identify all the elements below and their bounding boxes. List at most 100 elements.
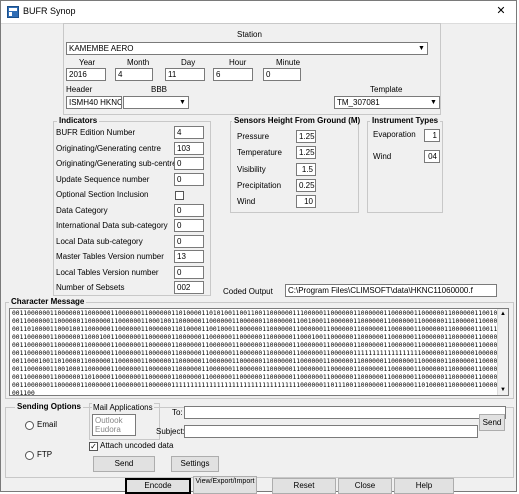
- hour-label: Hour: [229, 58, 247, 67]
- station-label: Station: [237, 30, 262, 39]
- chevron-down-icon: ▼: [430, 99, 437, 106]
- indicator-label: Optional Section Inclusion: [56, 190, 149, 199]
- wind-type-field[interactable]: 04: [424, 150, 440, 163]
- mail-applications-list[interactable]: Outlook Eudora: [92, 414, 136, 436]
- minute-field[interactable]: 0: [263, 68, 301, 81]
- indicator-label: Master Tables Version number: [56, 252, 164, 261]
- day-field[interactable]: 11: [165, 68, 205, 81]
- station-value: KAMEMBE AERO: [69, 44, 134, 53]
- character-message-text: 0011000000110000001100000011000000110000…: [12, 310, 498, 396]
- template-value: TM_307081: [337, 98, 380, 107]
- close-window-button[interactable]: ✕: [486, 1, 516, 22]
- year-field[interactable]: 2016: [66, 68, 106, 81]
- sending-options-title: Sending Options: [15, 402, 83, 411]
- sensor-label: Precipitation: [237, 180, 282, 190]
- to-label: To:: [172, 408, 183, 417]
- scroll-down-icon[interactable]: ▼: [498, 385, 508, 395]
- help-button[interactable]: Help: [394, 478, 454, 494]
- ftp-radio[interactable]: [25, 451, 34, 460]
- sensor-field[interactable]: 0.25: [296, 178, 316, 192]
- indicators-title: Indicators: [57, 116, 100, 125]
- attach-uncoded-checkbox[interactable]: ✓: [89, 442, 98, 451]
- indicator-label: Originating/Generating centre: [56, 143, 161, 153]
- ftp-label: FTP: [37, 450, 53, 459]
- reset-button[interactable]: Reset: [272, 478, 336, 494]
- bbb-label: BBB: [151, 85, 168, 94]
- mail-applications-label: Mail Applications: [92, 403, 154, 412]
- character-message-title: Character Message: [9, 297, 87, 306]
- indicator-field[interactable]: 002: [174, 281, 204, 294]
- header-field[interactable]: ISMH40 HKNC: [66, 96, 122, 109]
- character-message-box[interactable]: 0011000000110000001100000011000000110000…: [9, 308, 509, 396]
- indicator-label: Local Tables Version number: [56, 267, 159, 277]
- message-scrollbar[interactable]: ▲ ▼: [497, 309, 508, 395]
- instrument-types-title: Instrument Types: [370, 116, 441, 125]
- indicator-label: Local Data sub-category: [56, 236, 143, 246]
- bufr-synop-window: BUFR Synop ✕ Station KAMEMBE AERO ▼ Year…: [0, 0, 517, 494]
- scroll-up-icon[interactable]: ▲: [498, 309, 508, 319]
- title-bar: BUFR Synop ✕: [1, 1, 516, 24]
- sensor-field[interactable]: 1.25: [296, 130, 316, 143]
- close-icon: ✕: [496, 5, 506, 17]
- template-select[interactable]: TM_307081 ▼: [334, 96, 440, 109]
- indicator-field[interactable]: 4: [174, 126, 204, 139]
- indicator-field[interactable]: 103: [174, 141, 204, 155]
- indicator-field[interactable]: 13: [174, 250, 204, 263]
- station-select[interactable]: KAMEMBE AERO ▼: [66, 42, 428, 55]
- sensor-field[interactable]: 10: [296, 195, 316, 209]
- template-label: Template: [370, 85, 403, 94]
- sensor-field[interactable]: 1.25: [296, 146, 316, 160]
- day-label: Day: [181, 58, 196, 67]
- sensor-label: Pressure: [237, 132, 270, 141]
- chevron-down-icon: ▼: [418, 45, 425, 52]
- encode-button[interactable]: Encode: [125, 478, 191, 494]
- view-export-import-button[interactable]: View/Export/Import: [193, 476, 257, 494]
- coded-output-field[interactable]: C:\Program Files\CLIMSOFT\data\HKNC11060…: [285, 284, 497, 297]
- indicator-field[interactable]: 0: [174, 265, 204, 279]
- indicator-label: Update Sequence number: [56, 174, 150, 184]
- indicator-field[interactable]: 0: [174, 219, 204, 232]
- view-export-import-label: View/Export/Import: [195, 478, 255, 485]
- indicator-label: International Data sub-category: [56, 221, 168, 230]
- indicator-field[interactable]: 0: [174, 203, 204, 217]
- close-button[interactable]: Close: [338, 478, 392, 494]
- mail-app-eudora[interactable]: Eudora: [95, 425, 121, 434]
- month-label: Month: [127, 58, 150, 67]
- indicator-field[interactable]: 0: [174, 157, 204, 170]
- bbb-select[interactable]: ▼: [123, 96, 189, 109]
- sensor-label: Wind: [237, 197, 256, 207]
- app-icon: [7, 6, 19, 18]
- sensor-label: Visibility: [237, 164, 266, 174]
- minute-label: Minute: [276, 58, 301, 67]
- email-radio[interactable]: [25, 421, 34, 430]
- wind-type-label: Wind: [373, 152, 392, 161]
- subject-field[interactable]: [184, 425, 478, 438]
- coded-output-label: Coded Output: [223, 287, 273, 296]
- send-button[interactable]: Send: [93, 456, 155, 472]
- email-send-button[interactable]: Send: [479, 414, 505, 431]
- indicator-field[interactable]: 0: [174, 172, 204, 186]
- evaporation-label: Evaporation: [373, 130, 416, 139]
- sensor-field[interactable]: 1.5: [296, 162, 316, 176]
- year-label: Year: [79, 58, 96, 67]
- indicator-label: Originating/Generating sub-centre: [56, 159, 177, 168]
- email-label: Email: [37, 420, 58, 429]
- header-label: Header: [66, 85, 93, 94]
- mail-app-outlook[interactable]: Outlook: [95, 416, 123, 425]
- window-title: BUFR Synop: [23, 6, 76, 16]
- evaporation-field[interactable]: 1: [424, 129, 440, 142]
- attach-uncoded-label: Attach uncoded data: [100, 441, 174, 450]
- to-field[interactable]: [184, 406, 506, 419]
- indicator-label: Number of Sebsets: [56, 283, 125, 292]
- indicator-field[interactable]: 0: [174, 234, 204, 248]
- month-field[interactable]: 4: [115, 68, 153, 81]
- settings-button[interactable]: Settings: [171, 456, 219, 472]
- indicator-label: BUFR Edition Number: [56, 128, 136, 137]
- hour-field[interactable]: 6: [213, 68, 253, 81]
- sensors-title: Sensors Height From Ground (M): [232, 116, 363, 125]
- optional-section-checkbox[interactable]: [175, 191, 184, 200]
- sensor-label: Temperature: [237, 148, 282, 158]
- subject-label: Subject:: [156, 427, 185, 436]
- chevron-down-icon: ▼: [179, 99, 186, 106]
- indicator-label: Data Category: [56, 205, 108, 215]
